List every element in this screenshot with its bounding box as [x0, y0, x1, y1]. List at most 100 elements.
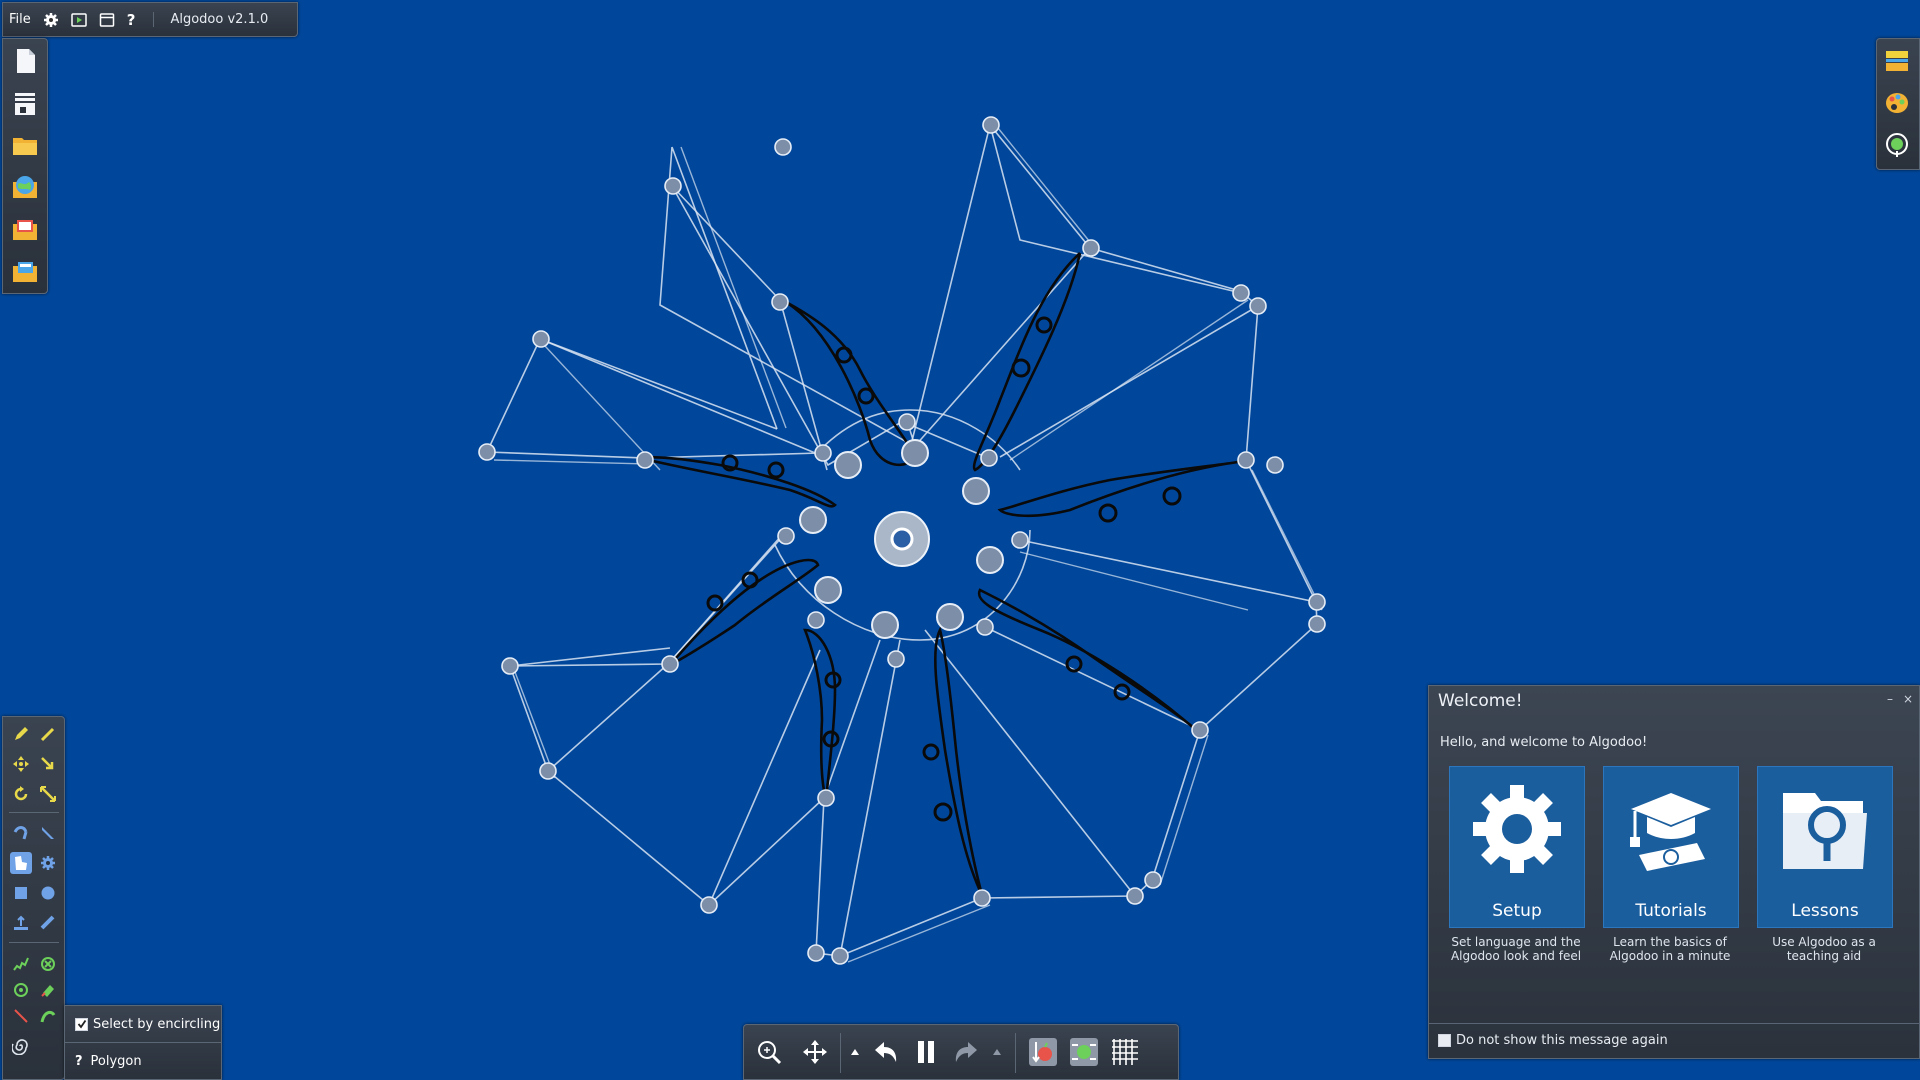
rod — [1019, 305, 1318, 604]
algobox-button[interactable] — [11, 173, 39, 201]
gravity-apple-icon — [1029, 1038, 1057, 1066]
knife-tool[interactable] — [37, 822, 59, 844]
fixate-icon — [41, 957, 55, 971]
rod — [486, 337, 821, 459]
drag-arrow-icon — [41, 757, 54, 770]
scale-tool[interactable] — [37, 783, 59, 805]
checkbox-checked-icon[interactable] — [75, 1017, 88, 1031]
redo-button[interactable] — [949, 1035, 983, 1069]
pause-button[interactable] — [909, 1035, 943, 1069]
window-icon — [99, 12, 115, 27]
axle-tool[interactable] — [10, 979, 32, 1001]
close-button[interactable]: × — [1903, 692, 1913, 706]
drag-tool[interactable] — [37, 753, 59, 775]
minimize-button[interactable]: – — [1887, 692, 1893, 706]
undo-history-button[interactable] — [843, 1035, 867, 1069]
laser-icon — [14, 1009, 28, 1023]
checkbox-unchecked-icon[interactable] — [1438, 1034, 1451, 1047]
undo-button[interactable] — [869, 1035, 903, 1069]
pause-icon — [918, 1041, 934, 1063]
polygon-icon — [15, 856, 27, 870]
zoom-button[interactable] — [752, 1035, 786, 1069]
knife-icon — [42, 827, 54, 839]
polygon-label: Polygon — [90, 1053, 142, 1069]
brush-tool[interactable] — [37, 723, 59, 745]
tool-palette — [2, 716, 65, 1080]
rotate-icon — [14, 786, 28, 801]
gravity-toggle[interactable] — [1026, 1035, 1060, 1069]
box-tool[interactable] — [10, 882, 32, 904]
zoom-scene-icon — [1886, 133, 1908, 157]
photo-folder-icon — [13, 220, 37, 240]
welcome-title: Welcome! — [1438, 691, 1523, 711]
tutorials-card[interactable]: Tutorials — [1603, 766, 1739, 928]
select-by-encircling-option[interactable]: Select by encircling — [65, 1006, 221, 1042]
new-scene-button[interactable] — [11, 47, 39, 75]
air-friction-toggle[interactable] — [1067, 1035, 1101, 1069]
gear-icon — [43, 12, 58, 27]
file-menu-label: File — [9, 12, 31, 27]
dont-show-again-label: Do not show this message again — [1456, 1033, 1668, 1048]
move-icon — [13, 756, 29, 772]
chain-tool[interactable] — [37, 912, 59, 934]
undo-icon — [875, 1042, 897, 1062]
gear-icon — [1473, 785, 1561, 873]
color-palette-button[interactable] — [1883, 89, 1911, 117]
redo-history-button[interactable] — [985, 1035, 1009, 1069]
scene-browser-button[interactable] — [11, 215, 39, 243]
grid-toggle[interactable] — [1108, 1035, 1142, 1069]
lessons-card[interactable]: Lessons — [1757, 766, 1893, 928]
texture-tool[interactable] — [10, 1035, 32, 1057]
layers-button[interactable] — [11, 89, 39, 117]
save-scene-button[interactable] — [11, 257, 39, 285]
rope-tool[interactable] — [10, 822, 32, 844]
rod — [547, 535, 784, 772]
play-scene-button[interactable] — [65, 3, 93, 36]
dont-show-again-option[interactable]: Do not show this message again — [1438, 1033, 1668, 1048]
background-button[interactable] — [1883, 47, 1911, 75]
central-axle — [874, 511, 930, 567]
laser-tool[interactable] — [10, 1005, 32, 1027]
magnifier-folder-icon — [1783, 793, 1867, 869]
setup-card[interactable]: Setup — [1449, 766, 1585, 928]
pan-button[interactable] — [798, 1035, 832, 1069]
help-label: ? — [126, 10, 136, 29]
tracer-tool[interactable] — [37, 1005, 59, 1027]
spring — [977, 588, 1197, 731]
simulation-toolbar — [743, 1024, 1179, 1080]
pan-icon — [803, 1040, 827, 1064]
rod — [671, 185, 906, 467]
box-icon — [15, 887, 27, 899]
rod — [838, 639, 1136, 958]
circle-icon — [41, 886, 55, 900]
scale-icon — [40, 786, 56, 802]
sketch-tool[interactable] — [10, 723, 32, 745]
rope-icon — [13, 826, 28, 840]
polygon-tool[interactable] — [10, 852, 32, 874]
app-title: Algodoo v2.1.0 — [153, 12, 268, 27]
gear-tool[interactable] — [37, 852, 59, 874]
rod — [708, 649, 825, 906]
zoom-to-scene-button[interactable] — [1883, 131, 1911, 159]
polygon-option[interactable]: ? Polygon — [65, 1043, 221, 1079]
help-icon[interactable]: ? — [75, 1054, 83, 1069]
setup-description: Set language and the Algodoo look and fe… — [1450, 935, 1582, 963]
thruster-tool[interactable] — [37, 979, 59, 1001]
spring-tool[interactable] — [10, 953, 32, 975]
plane-tool[interactable] — [10, 912, 32, 934]
window-button[interactable] — [93, 3, 121, 36]
circle-tool[interactable] — [37, 882, 59, 904]
move-tool[interactable] — [10, 753, 32, 775]
open-scene-button[interactable] — [11, 131, 39, 159]
settings-button[interactable] — [37, 3, 65, 36]
right-toolbar — [1876, 38, 1920, 170]
help-button[interactable]: ? — [121, 3, 142, 36]
lessons-description: Use Algodoo as a teaching aid — [1772, 935, 1876, 963]
spring-icon — [13, 957, 29, 971]
rod — [539, 185, 828, 471]
fixate-tool[interactable] — [37, 953, 59, 975]
rod — [984, 601, 1318, 731]
rotate-tool[interactable] — [10, 783, 32, 805]
file-toolbar — [2, 38, 48, 294]
file-menu[interactable]: File — [3, 3, 37, 36]
